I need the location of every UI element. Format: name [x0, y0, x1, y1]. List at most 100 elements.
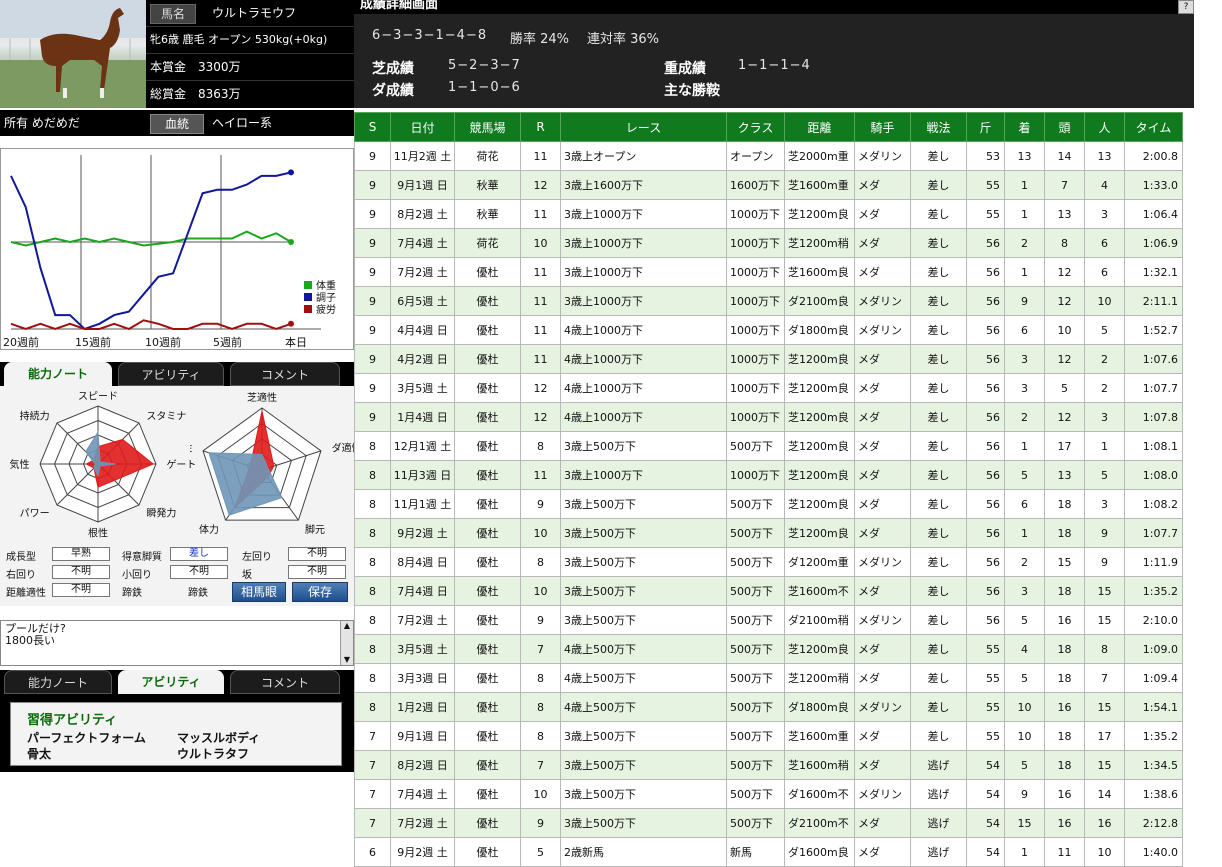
table-cell: 13: [1084, 141, 1125, 171]
tab-comment-bottom[interactable]: コメント: [230, 670, 340, 694]
column-header[interactable]: 戦法: [910, 112, 967, 142]
table-row[interactable]: 8 11月1週 土優杜 9 3歳上500万下 500万下 芝1200m良 メダ 差し 56 6 18…: [354, 489, 1183, 519]
table-cell: 55: [966, 663, 1005, 693]
table-row[interactable]: 7 7月4週 土優杜 10 3歳上500万下 500万下 ダ1600m不 メダリン 逃げ 54 9…: [354, 779, 1183, 809]
table-cell: ダ1800m良: [784, 315, 855, 345]
table-row[interactable]: 9 7月2週 土優杜 11 3歳上1000万下 1000万下 芝1600m良 メダ 差し 56 1…: [354, 257, 1183, 287]
help-button[interactable]: ?: [1178, 0, 1194, 14]
table-cell: 優杜: [454, 837, 521, 867]
table-row[interactable]: 8 3月3週 日優杜 8 4歳上500万下 500万下 芝1200m稍 メダ 差し 55 5 18 7…: [354, 663, 1183, 693]
table-cell: 10: [1004, 692, 1045, 722]
slope-label: 坂: [242, 570, 252, 581]
table-row[interactable]: 9 11月2週 土荷花 11 3歳上オープン オープン 芝2000m重 メダリン 差し 53 13…: [354, 141, 1183, 171]
bloodline-button[interactable]: 血統: [150, 114, 204, 134]
memo-field[interactable]: プールだけ? 1800長い ▲ ▼: [0, 620, 354, 666]
table-row[interactable]: 8 11月3週 日優杜 11 3歳上1000万下 1000万下 芝1200m良 メダ 差し 56…: [354, 460, 1183, 490]
table-cell: 11: [520, 344, 561, 374]
column-header[interactable]: 騎手: [854, 112, 911, 142]
column-header[interactable]: 人: [1084, 112, 1125, 142]
save-button[interactable]: 保存: [292, 582, 348, 602]
table-row[interactable]: 9 4月4週 日優杜 11 4歳上1000万下 1000万下 ダ1800m良 メダリン 差し 5…: [354, 315, 1183, 345]
table-cell: 優杜: [454, 257, 521, 287]
table-cell: 15: [1044, 547, 1085, 577]
table-cell: 6月5週 土: [390, 286, 455, 316]
table-cell: 優杜: [454, 808, 521, 838]
column-header[interactable]: 頭: [1044, 112, 1085, 142]
column-header[interactable]: 日付: [390, 112, 455, 142]
column-header[interactable]: 着: [1004, 112, 1045, 142]
memo-scrollbar[interactable]: ▲ ▼: [340, 621, 353, 665]
table-cell: 優杜: [454, 489, 521, 519]
table-cell: 3歳上1000万下: [560, 199, 727, 229]
table-row[interactable]: 9 9月1週 日秋華 12 3歳上1600万下 1600万下 芝1600m重 メダ 差し 55 1…: [354, 170, 1183, 200]
column-header[interactable]: R: [520, 112, 561, 142]
table-cell: 1:35.2: [1124, 576, 1183, 606]
heavy-record: 1−1−1−4: [738, 58, 811, 73]
table-row[interactable]: 7 7月2週 土優杜 9 3歳上500万下 500万下 ダ2100m不 メダ 逃げ 54 15 16…: [354, 808, 1183, 838]
table-row[interactable]: 6 9月2週 土優杜 5 2歳新馬 新馬 ダ1600m良 メダ 逃げ 54 1 11 10 1:40.0: [354, 837, 1183, 867]
table-row[interactable]: 8 7月2週 土優杜 9 3歳上500万下 500万下 ダ2100m稍 メダリン 差し 56 5 1…: [354, 605, 1183, 635]
table-cell: 逃げ: [910, 837, 967, 867]
left-turn-value: 不明: [288, 547, 346, 561]
radar-label: パワー: [20, 507, 50, 519]
column-header[interactable]: レース: [560, 112, 727, 142]
table-cell: 4月2週 日: [390, 344, 455, 374]
condition-graph-svg: 体重調子疲労 20週前 15週前 10週前 5週前 本日: [3, 155, 336, 349]
table-cell: 1月2週 日: [390, 692, 455, 722]
table-cell: 優杜: [454, 750, 521, 780]
table-row[interactable]: 9 4月2週 日優杜 11 4歳上1000万下 1000万下 芝1200m良 メダ 差し 56 3…: [354, 344, 1183, 374]
table-row[interactable]: 8 9月2週 土優杜 10 3歳上500万下 500万下 芝1200m良 メダ 差し 56 1 18…: [354, 518, 1183, 548]
table-cell: メダ: [854, 460, 911, 490]
column-header[interactable]: 斤: [966, 112, 1005, 142]
column-header[interactable]: タイム: [1124, 112, 1183, 142]
tab-ability[interactable]: アビリティ: [118, 362, 224, 386]
table-row[interactable]: 8 1月2週 日優杜 8 4歳上500万下 500万下 ダ1800m良 メダリン 差し 55 10…: [354, 692, 1183, 722]
column-header[interactable]: 競馬場: [454, 112, 521, 142]
scroll-up-icon[interactable]: ▲: [341, 621, 353, 631]
table-row[interactable]: 8 3月5週 土優杜 7 4歳上500万下 500万下 芝1200m良 メダ 差し 55 4 18 8…: [354, 634, 1183, 664]
table-row[interactable]: 7 8月2週 日優杜 7 3歳上500万下 500万下 芝1600m稍 メダ 逃げ 54 5 18 1…: [354, 750, 1183, 780]
total-prize-row: 総賞金 8363万: [146, 81, 354, 107]
ability-radar-chart: スピードスタミナゲート瞬発力根性パワー気性持続力: [10, 391, 197, 540]
table-cell: 5: [1004, 750, 1045, 780]
table-row[interactable]: 8 8月4週 日優杜 8 3歳上500万下 500万下 ダ1200m重 メダリン 差し 56 2 1…: [354, 547, 1183, 577]
table-cell: 56: [966, 257, 1005, 287]
tab-ability-note[interactable]: 能力ノート: [4, 362, 112, 386]
table-cell: オープン: [726, 141, 785, 171]
table-cell: 56: [966, 344, 1005, 374]
name-row: 馬名 ウルトラモウフ: [146, 0, 354, 27]
table-cell: 12: [520, 402, 561, 432]
table-cell: 3: [1004, 373, 1045, 403]
table-row[interactable]: 9 7月4週 土荷花 10 3歳上1000万下 1000万下 芝1200m稍 メダ 差し 56 2…: [354, 228, 1183, 258]
table-row[interactable]: 7 9月1週 日優杜 8 3歳上500万下 500万下 芝1600m重 メダ 差し 55 10 18…: [354, 721, 1183, 751]
table-cell: 18: [1044, 518, 1085, 548]
column-header[interactable]: S: [354, 112, 391, 142]
overall-record: 6−3−3−1−4−8: [372, 28, 488, 43]
tab-ability-note-bottom[interactable]: 能力ノート: [4, 670, 112, 694]
table-cell: 芝1600m稍: [784, 750, 855, 780]
table-cell: 3歳上オープン: [560, 141, 727, 171]
table-cell: 荷花: [454, 141, 521, 171]
table-row[interactable]: 9 3月5週 土優杜 12 4歳上1000万下 1000万下 芝1200m良 メダ 差し 56 3…: [354, 373, 1183, 403]
tab-comment[interactable]: コメント: [230, 362, 340, 386]
table-row[interactable]: 9 8月2週 土秋華 11 3歳上1000万下 1000万下 芝1200m良 メダ 差し 55 1…: [354, 199, 1183, 229]
column-header[interactable]: 距離: [784, 112, 855, 142]
column-header[interactable]: クラス: [726, 112, 785, 142]
table-cell: ダ1800m良: [784, 692, 855, 722]
soubagan-button[interactable]: 相馬眼: [232, 582, 286, 602]
table-row[interactable]: 8 7月4週 日優杜 10 3歳上500万下 500万下 芝1600m不 メダ 差し 56 3 18…: [354, 576, 1183, 606]
table-cell: 11月3週 日: [390, 460, 455, 490]
scroll-down-icon[interactable]: ▼: [341, 655, 353, 665]
tab-ability-bottom[interactable]: アビリティ: [118, 670, 224, 694]
ability-item: パーフェクトフォーム: [27, 731, 146, 745]
table-cell: 差し: [910, 663, 967, 693]
table-row[interactable]: 9 6月5週 土優杜 11 3歳上1000万下 1000万下 ダ2100m良 メダリン 差し 5…: [354, 286, 1183, 316]
table-row[interactable]: 8 12月1週 土優杜 8 3歳上500万下 500万下 芝1200m良 メダ 差し 56 1 17…: [354, 431, 1183, 461]
table-cell: 13: [1004, 141, 1045, 171]
table-cell: メダ: [854, 402, 911, 432]
table-cell: 13: [1044, 199, 1085, 229]
table-cell: 6: [1004, 315, 1045, 345]
table-row[interactable]: 9 1月4週 日優杜 12 4歳上1000万下 1000万下 芝1200m良 メダ 差し 56 2…: [354, 402, 1183, 432]
radar-label: 気性: [10, 458, 30, 471]
table-cell: 3歳上500万下: [560, 779, 727, 809]
